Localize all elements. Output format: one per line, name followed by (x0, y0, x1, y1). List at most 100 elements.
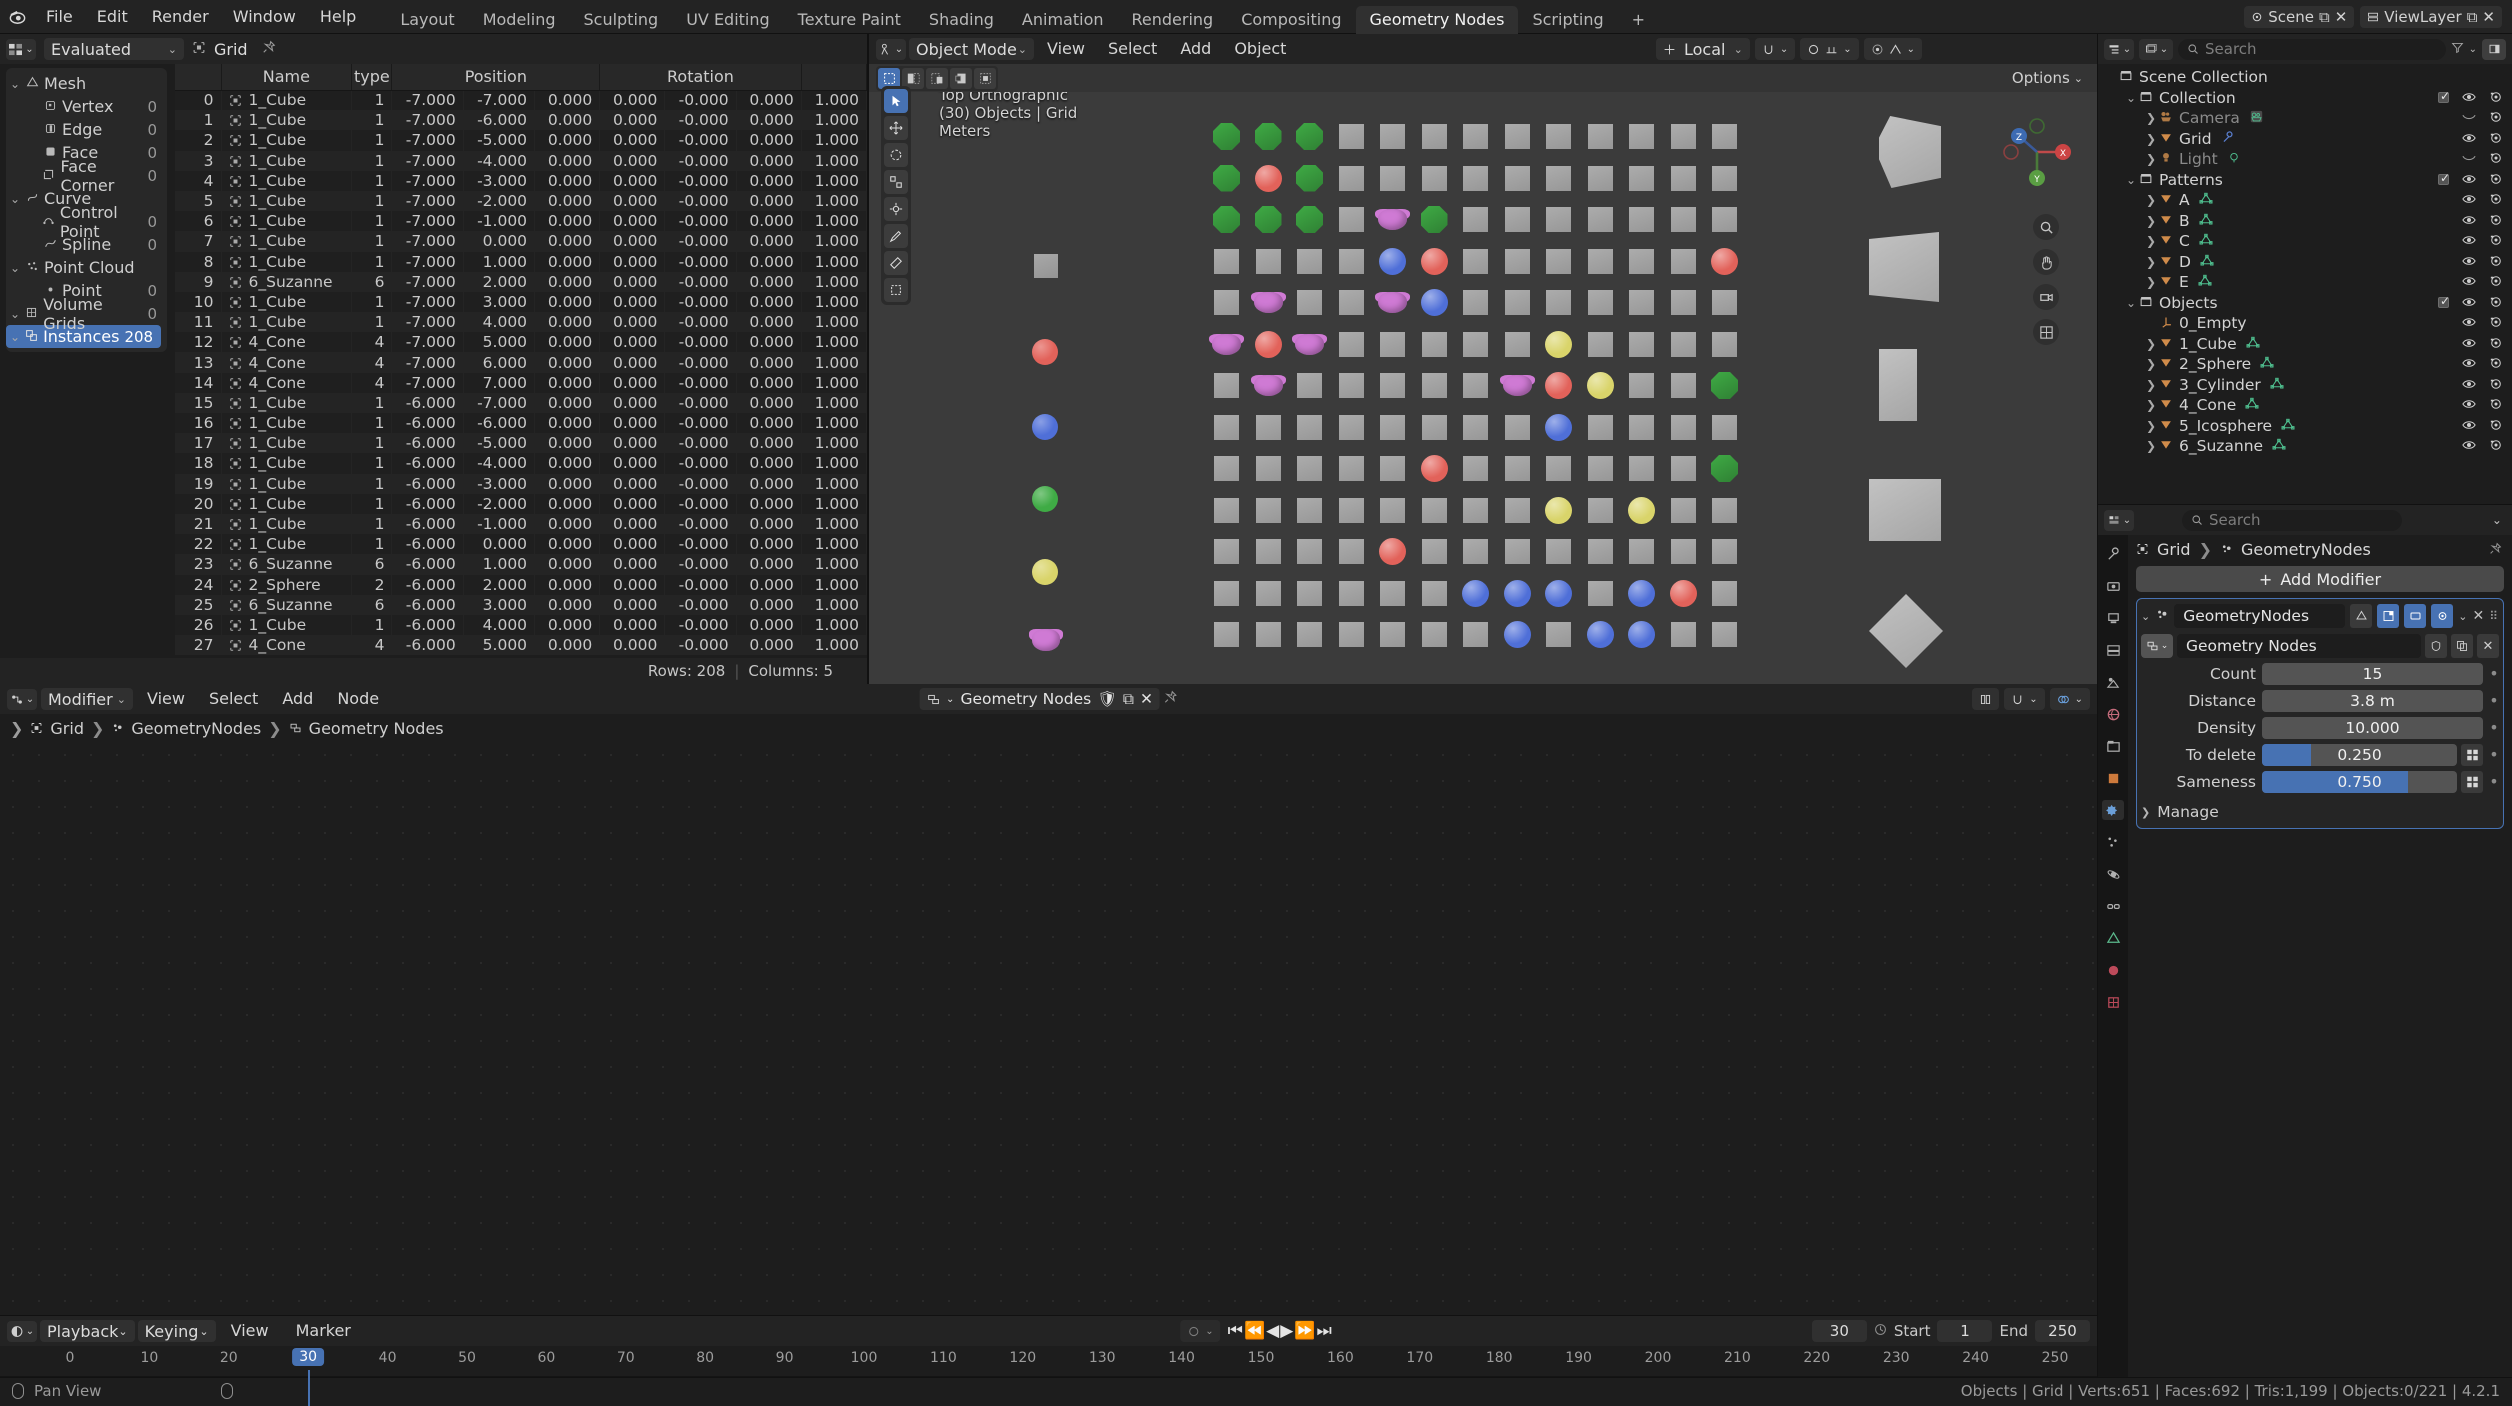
table-row[interactable]: 21 1_Cube 1 -6.000 -1.000 0.000 0.000 -0.000 0.0… (175, 513, 867, 535)
viewport-menu-object[interactable]: Object (1224, 34, 1296, 64)
table-row[interactable]: 18 1_Cube 1 -6.000 -4.000 0.000 0.000 -0.000 0.0… (175, 453, 867, 474)
tab-scripting[interactable]: Scripting (1518, 6, 1617, 34)
expand-chevron-icon[interactable]: ❯ (2146, 357, 2159, 371)
disable-in-render-toggle[interactable] (2489, 191, 2503, 209)
hide-in-viewport-toggle[interactable] (2462, 294, 2476, 312)
table-row[interactable]: 12 4_Cone 4 -7.000 5.000 0.000 0.000 -0.000 0.00… (175, 332, 867, 353)
outliner-row-4-cone[interactable]: ❯ 4_Cone (2098, 395, 2512, 416)
table-row[interactable]: 7 1_Cube 1 -7.000 0.000 0.000 0.000 -0.000 0.000… (175, 231, 867, 252)
table-row[interactable]: 6 1_Cube 1 -7.000 -1.000 0.000 0.000 -0.000 0.00… (175, 211, 867, 232)
table-row[interactable]: 2 1_Cube 1 -7.000 -5.000 0.000 0.000 -0.000 0.00… (175, 130, 867, 151)
breadcrumb-object[interactable]: Grid (50, 719, 84, 738)
end-frame-field[interactable]: 250 (2035, 1320, 2090, 1342)
table-row[interactable]: 25 6_Suzanne 6 -6.000 3.000 0.000 0.000 -0.000 0… (175, 594, 867, 615)
expand-chevron-icon[interactable]: ❯ (2146, 439, 2159, 453)
tool-add-cube[interactable] (884, 278, 908, 302)
properties-editor-type-icon[interactable]: ⌄ (2104, 509, 2134, 531)
table-row[interactable]: 19 1_Cube 1 -6.000 -3.000 0.000 0.000 -0.000 0.0… (175, 473, 867, 494)
add-modifier-button[interactable]: + Add Modifier (2136, 566, 2504, 592)
hide-in-viewport-toggle[interactable] (2462, 171, 2476, 189)
pin-icon[interactable] (1164, 689, 1178, 709)
mesh-data-icon[interactable] (2260, 355, 2274, 373)
viewport-menu-add[interactable]: Add (1170, 34, 1221, 64)
navigation-gizmo[interactable]: X Y Z (1999, 114, 2075, 190)
table-row[interactable]: 27 4_Cone 4 -6.000 5.000 0.000 0.000 -0.000 0.00… (175, 635, 867, 656)
scene-selector[interactable]: Scene ⧉ ✕ (2244, 5, 2355, 28)
breadcrumb-toggle-icon[interactable]: ❯ (10, 719, 23, 738)
tab-geometry-nodes[interactable]: Geometry Nodes (1355, 5, 1519, 34)
tab-collection[interactable] (2102, 736, 2124, 756)
tab-uv-editing[interactable]: UV Editing (672, 6, 783, 34)
tab-data[interactable] (2102, 928, 2124, 948)
hide-in-viewport-toggle[interactable] (2462, 212, 2476, 230)
camera-view-icon[interactable] (2033, 284, 2059, 310)
tool-rotate[interactable] (884, 143, 908, 167)
properties-object-name[interactable]: Grid (2157, 540, 2191, 559)
animate-property-dot[interactable]: • (2489, 718, 2499, 737)
manage-section[interactable]: ❯ Manage (2141, 800, 2499, 824)
outliner-row-light[interactable]: ❯ Light (2098, 149, 2512, 170)
disable-in-render-toggle[interactable] (2489, 314, 2503, 332)
node-snap-dropdown[interactable]: ⌄ (2004, 688, 2045, 710)
outliner-row-c[interactable]: ❯ C (2098, 231, 2512, 252)
animate-property-dot[interactable]: • (2489, 691, 2499, 710)
col-index[interactable] (175, 64, 222, 91)
expand-chevron-icon[interactable]: ❯ (2146, 132, 2159, 146)
play-icon[interactable]: ▶ (1280, 1321, 1293, 1341)
expand-chevron-icon[interactable]: ⌄ (2126, 296, 2139, 310)
tool-tweak[interactable] (884, 89, 908, 113)
jump-end-icon[interactable]: ⏭ (1316, 1321, 1331, 1341)
node-group-name-field[interactable]: Geometry Nodes (2177, 634, 2421, 658)
chevron-down-icon[interactable]: ⌄ (10, 307, 20, 321)
animate-property-dot[interactable]: • (2489, 772, 2499, 791)
table-row[interactable]: 14 4_Cone 4 -7.000 7.000 0.000 0.000 -0.000 0.00… (175, 372, 867, 393)
chevron-down-icon[interactable]: ⌄ (10, 261, 21, 275)
viewport-options-dropdown[interactable]: Options ⌄ (2012, 69, 2083, 87)
disable-in-render-toggle[interactable] (2489, 89, 2503, 107)
hide-in-viewport-toggle[interactable] (2462, 437, 2476, 455)
col-rotation[interactable]: Rotation (599, 64, 802, 91)
current-frame-field[interactable]: 30 (1811, 1320, 1867, 1342)
mesh-data-icon[interactable] (2199, 191, 2213, 209)
tab-add-workspace[interactable]: + (1618, 6, 1659, 34)
expand-chevron-icon[interactable]: ❯ (2146, 378, 2159, 392)
outliner-row-e[interactable]: ❯ E (2098, 272, 2512, 293)
prev-keyframe-icon[interactable]: ⏪ (1244, 1321, 1265, 1341)
unlink-nodetree-button[interactable]: ✕ (2477, 634, 2499, 658)
modifier-expand-icon[interactable]: ⌄ (2141, 610, 2150, 623)
table-row[interactable]: 13 4_Cone 4 -7.000 6.000 0.000 0.000 -0.000 0.00… (175, 352, 867, 373)
tool-scale[interactable] (884, 170, 908, 194)
col-position[interactable]: Position (391, 64, 601, 91)
fake-user-toggle[interactable] (2425, 634, 2447, 658)
exclude-checkbox[interactable] (2438, 89, 2450, 104)
hide-in-viewport-toggle[interactable] (2462, 130, 2476, 148)
hide-in-viewport-toggle[interactable] (2462, 417, 2476, 435)
tab-modifiers[interactable] (2102, 800, 2124, 820)
expand-chevron-icon[interactable]: ❯ (2146, 398, 2159, 412)
blender-logo-icon[interactable] (0, 7, 34, 26)
disable-in-render-toggle[interactable] (2489, 253, 2503, 271)
disable-in-render-toggle[interactable] (2489, 417, 2503, 435)
viewport-editor-type-icon[interactable]: ⌄ (876, 38, 906, 60)
tab-viewlayer[interactable] (2102, 640, 2124, 660)
dataset-mode-dropdown[interactable]: Evaluated ⌄ (44, 38, 184, 60)
outliner-row-1-cube[interactable]: ❯ 1_Cube (2098, 334, 2512, 355)
disable-in-render-toggle[interactable] (2489, 294, 2503, 312)
mesh-data-icon[interactable] (2198, 273, 2212, 291)
hide-in-viewport-toggle[interactable] (2462, 376, 2476, 394)
table-row[interactable]: 16 1_Cube 1 -6.000 -6.000 0.000 0.000 -0.000 0.0… (175, 413, 867, 434)
domain-row-spline[interactable]: Spline 0 (6, 233, 167, 256)
tab-texture-paint[interactable]: Texture Paint (784, 6, 915, 34)
table-row[interactable]: 20 1_Cube 1 -6.000 -2.000 0.000 0.000 -0.000 0.0… (175, 493, 867, 514)
disable-in-render-toggle[interactable] (2489, 212, 2503, 230)
domain-row-point-cloud[interactable]: ⌄ Point Cloud (6, 256, 167, 279)
timeline-menu-marker[interactable]: Marker (284, 1316, 363, 1346)
outliner-row-b[interactable]: ❯ B (2098, 211, 2512, 232)
node-canvas[interactable]: ⌄Group InputCountDistanceDensity1 Named … (0, 742, 2097, 1315)
node-mode-dropdown[interactable]: Modifier ⌄ (41, 688, 133, 710)
expand-chevron-icon[interactable]: ❯ (2146, 419, 2159, 433)
outliner-row-scene-collection[interactable]: Scene Collection (2098, 67, 2512, 88)
chevron-down-icon[interactable]: ⌄ (10, 77, 21, 91)
show-in-viewport-toggle[interactable] (2404, 604, 2427, 628)
properties-modifier-name[interactable]: GeometryNodes (2241, 540, 2371, 559)
